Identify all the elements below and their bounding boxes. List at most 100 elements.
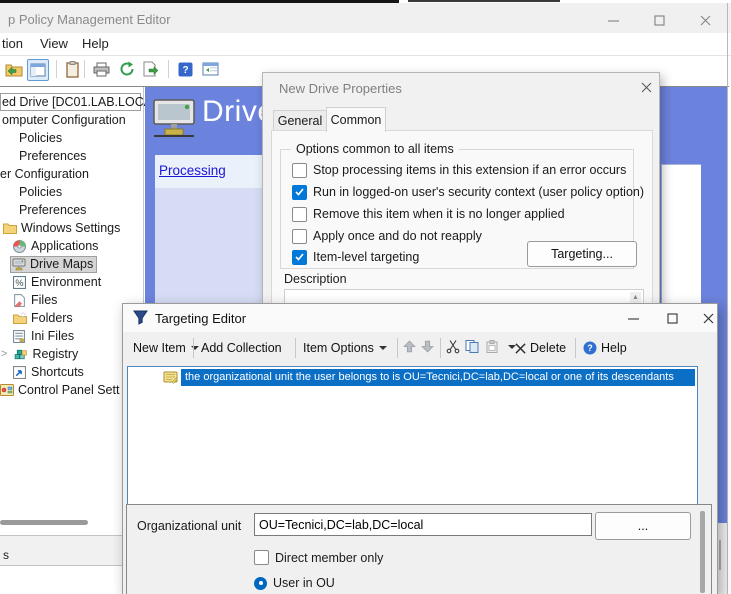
user-in-ou-option[interactable]: User in OU bbox=[254, 576, 335, 590]
paste-button[interactable] bbox=[62, 59, 82, 79]
arrow-down-icon bbox=[421, 340, 434, 353]
menu-help[interactable]: Help bbox=[82, 36, 109, 51]
paste-button-targeting[interactable] bbox=[485, 339, 499, 359]
move-down-button[interactable] bbox=[421, 340, 434, 358]
expand-chevron-icon[interactable]: > bbox=[1, 348, 7, 360]
dialog-close-button[interactable] bbox=[637, 79, 655, 95]
targeting-title: Targeting Editor bbox=[155, 311, 246, 326]
processing-tab: Processing bbox=[155, 155, 262, 188]
svg-text:?: ? bbox=[587, 343, 593, 353]
export-list-button[interactable] bbox=[141, 59, 161, 79]
tree-selection: Drive Maps bbox=[10, 256, 97, 273]
chevron-down-icon bbox=[191, 346, 199, 350]
help-button[interactable]: ? bbox=[175, 59, 195, 79]
targeting-editor-dialog: Targeting Editor New Item Add Collection… bbox=[122, 303, 718, 594]
tree-item-folders[interactable]: Folders bbox=[13, 310, 73, 326]
toolbar-separator bbox=[168, 60, 169, 78]
option-apply-once[interactable]: Apply once and do not reapply bbox=[292, 228, 482, 244]
paste-icon bbox=[485, 339, 499, 354]
targeting-minimize-button[interactable] bbox=[622, 309, 644, 327]
common-tab-page: Options common to all items Stop process… bbox=[271, 130, 653, 306]
screen: p Policy Management Editor tion View Hel… bbox=[0, 0, 731, 594]
option-remove-when-no-longer-applied[interactable]: Remove this item when it is no longer ap… bbox=[292, 206, 565, 222]
svg-text:?: ? bbox=[182, 65, 188, 76]
panel-scrollbar-thumb[interactable] bbox=[700, 511, 705, 593]
browse-button[interactable]: ... bbox=[595, 512, 691, 540]
checkbox-checked[interactable] bbox=[292, 250, 307, 265]
tree-item-computer-configuration[interactable]: omputer Configuration bbox=[2, 112, 126, 128]
drive-properties-dialog: New Drive Properties General Common Opti… bbox=[262, 72, 660, 305]
tree-item-user-configuration[interactable]: er Configuration bbox=[0, 166, 89, 182]
tree-item-ini-files[interactable]: Ini Files bbox=[13, 328, 74, 344]
tree-item-applications[interactable]: Applications bbox=[13, 238, 98, 254]
targeting-item-list[interactable]: the organizational unit the user belongs… bbox=[127, 366, 698, 507]
tree-item-drive-maps[interactable]: Drive Maps bbox=[10, 256, 97, 272]
option-run-in-user-context[interactable]: Run in logged-on user's security context… bbox=[292, 184, 644, 200]
tree-item-files[interactable]: Files bbox=[13, 292, 57, 308]
targeting-toolbar: New Item Add Collection Item Options bbox=[123, 332, 717, 364]
tree-item-registry[interactable]: > Registry bbox=[1, 346, 78, 362]
arrow-up-icon bbox=[403, 340, 416, 353]
move-up-button[interactable] bbox=[403, 340, 416, 358]
tree-item-policies[interactable]: Policies bbox=[19, 130, 62, 146]
tree-item-preferences-user[interactable]: Preferences bbox=[19, 202, 86, 218]
tree-hscrollbar-thumb[interactable] bbox=[0, 520, 88, 525]
copy-button[interactable] bbox=[465, 339, 479, 359]
open-folder-icon bbox=[5, 62, 23, 77]
organizational-unit-label: Organizational unit bbox=[137, 519, 241, 533]
help-button-targeting[interactable]: ? Help bbox=[583, 339, 627, 357]
processing-link[interactable]: Processing bbox=[159, 163, 226, 178]
ou-item-icon bbox=[163, 370, 178, 384]
tree-item-shortcuts[interactable]: Shortcuts bbox=[13, 364, 84, 380]
targeting-titlebar: Targeting Editor bbox=[123, 304, 717, 332]
option-item-level-targeting[interactable]: Item-level targeting bbox=[292, 249, 419, 265]
new-window-button[interactable] bbox=[200, 59, 220, 79]
selected-targeting-item[interactable]: the organizational unit the user belongs… bbox=[181, 369, 695, 386]
print-button[interactable] bbox=[91, 59, 111, 79]
targeting-maximize-button[interactable] bbox=[661, 309, 683, 327]
checkbox-checked[interactable] bbox=[292, 185, 307, 200]
menubar: tion View Help bbox=[0, 33, 731, 56]
help-icon: ? bbox=[178, 62, 193, 77]
item-options-button[interactable]: Item Options bbox=[303, 339, 387, 357]
close-button[interactable] bbox=[694, 11, 716, 29]
background-window-edge-2 bbox=[408, 0, 560, 2]
shortcut-arrow-icon bbox=[13, 366, 27, 379]
organizational-unit-input[interactable] bbox=[254, 513, 592, 536]
svg-text:%: % bbox=[15, 277, 23, 287]
menu-view[interactable]: View bbox=[40, 36, 68, 51]
add-collection-button[interactable]: Add Collection bbox=[201, 339, 282, 357]
tab-general[interactable]: General bbox=[273, 110, 327, 132]
tree-item-environment[interactable]: % Environment bbox=[13, 274, 101, 290]
toolbar-separator bbox=[440, 338, 441, 358]
refresh-button[interactable] bbox=[117, 59, 137, 79]
targeting-close-button[interactable] bbox=[697, 309, 719, 327]
tree-item-windows-settings[interactable]: Windows Settings bbox=[3, 220, 120, 236]
delete-button[interactable]: Delete bbox=[515, 339, 566, 357]
checkbox-unchecked[interactable] bbox=[254, 550, 269, 565]
tree-item-root[interactable]: ed Drive [DC01.LAB.LOCA bbox=[0, 93, 141, 111]
checkbox-unchecked[interactable] bbox=[292, 163, 307, 178]
cut-button[interactable] bbox=[446, 339, 460, 359]
copy-icon bbox=[465, 339, 479, 354]
disc-icon bbox=[13, 240, 27, 253]
maximize-button[interactable] bbox=[648, 11, 670, 29]
tree-item-control-panel-settings[interactable]: Control Panel Sett bbox=[0, 382, 119, 398]
toolbar-separator bbox=[56, 60, 57, 78]
minimize-button[interactable] bbox=[602, 11, 624, 29]
tab-common[interactable]: Common bbox=[326, 107, 386, 132]
open-folder-button[interactable] bbox=[4, 59, 24, 79]
scroll-up-icon[interactable]: ▲ bbox=[630, 292, 641, 303]
new-item-button[interactable]: New Item bbox=[133, 339, 199, 357]
radio-selected[interactable] bbox=[254, 577, 267, 590]
item-detail-panel: Organizational unit ... Direct member on… bbox=[126, 504, 712, 594]
menu-action[interactable]: tion bbox=[2, 36, 23, 51]
tree-item-preferences[interactable]: Preferences bbox=[19, 148, 86, 164]
console-tree-toggle-button[interactable] bbox=[27, 59, 49, 81]
direct-member-only-option[interactable]: Direct member only bbox=[254, 550, 383, 565]
checkbox-unchecked[interactable] bbox=[292, 207, 307, 222]
option-stop-processing[interactable]: Stop processing items in this extension … bbox=[292, 162, 626, 178]
tree-item-policies-user[interactable]: Policies bbox=[19, 184, 62, 200]
targeting-button[interactable]: Targeting... bbox=[527, 241, 637, 267]
checkbox-unchecked[interactable] bbox=[292, 229, 307, 244]
